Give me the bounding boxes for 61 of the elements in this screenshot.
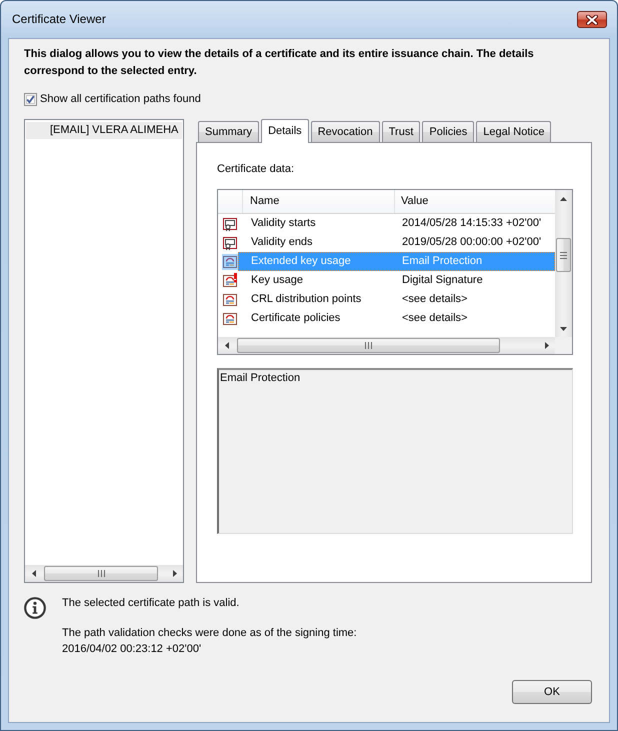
up-triangle-icon <box>560 196 567 200</box>
left-triangle-icon <box>32 570 36 577</box>
checkbox[interactable] <box>24 93 37 106</box>
left-triangle-icon <box>224 342 228 349</box>
certificate-icon <box>222 254 238 270</box>
column-header[interactable]: Name <box>243 190 395 213</box>
certificate-warning-icon <box>222 272 238 288</box>
scrollbar-thumb[interactable] <box>556 238 571 272</box>
tab[interactable]: Summary <box>198 121 260 142</box>
status-message: The selected certificate path is valid. <box>62 596 240 611</box>
tab[interactable]: Trust <box>382 121 420 142</box>
down-triangle-icon <box>560 326 567 330</box>
table-cell-text: Key usage <box>250 273 304 288</box>
table-cell-text: Digital Signature <box>401 273 484 288</box>
table-cell-text: CRL distribution points <box>250 292 362 307</box>
table-row[interactable]: Validity ends 2019/05/28 00:00:00 +02'00' <box>238 233 555 252</box>
right-triangle-icon <box>544 342 548 349</box>
table-cell-text: Validity ends <box>250 235 314 250</box>
certificate-icon <box>222 292 238 308</box>
table-row[interactable]: CRL distribution points <see details> <box>238 290 555 309</box>
grip-icon <box>98 570 104 577</box>
tab[interactable]: Revocation <box>310 121 380 142</box>
column-header[interactable]: Value <box>395 190 555 213</box>
table-row[interactable]: Certificate policies <see details> <box>238 309 555 328</box>
description-text: This dialog allows you to view the details of a certificate and its entire issuance chain. The details correspond to the selected entry. <box>24 47 535 79</box>
ok-button[interactable]: OK <box>512 680 592 704</box>
section-label: Certificate data: <box>217 162 296 177</box>
vertical-scrollbar[interactable] <box>555 190 572 337</box>
table-cell-text: <see details> <box>401 311 468 326</box>
table-cell-text: <see details> <box>401 292 468 307</box>
close-button[interactable] <box>577 11 607 28</box>
checkbox-label: Show all certification paths found <box>40 92 201 107</box>
table-cell-text: Certificate policies <box>250 311 342 326</box>
tab[interactable]: Policies <box>422 121 474 142</box>
certificate-icon <box>222 234 238 250</box>
right-triangle-icon <box>172 570 176 577</box>
table-cell-text: Extended key usage <box>250 254 352 269</box>
tab[interactable]: Legal Notice <box>476 121 552 142</box>
close-icon <box>586 14 598 24</box>
horizontal-scrollbar[interactable] <box>218 337 555 354</box>
tab[interactable]: Details <box>261 119 309 143</box>
scrollbar-thumb[interactable] <box>44 566 158 581</box>
table-row[interactable]: Validity starts 2014/05/28 14:15:33 +02'00' <box>238 214 555 233</box>
table-cell-text: Validity starts <box>250 216 317 231</box>
table-row[interactable]: Key usage Digital Signature <box>238 271 555 290</box>
signing-time: 2016/04/02 00:23:12 +02'00' <box>62 642 202 657</box>
grip-icon <box>560 252 567 258</box>
grip-icon <box>365 342 372 349</box>
table-cell-text: 2014/05/28 14:15:33 +02'00' <box>401 216 542 231</box>
horizontal-scrollbar[interactable] <box>25 565 183 582</box>
scrollbar-thumb[interactable] <box>237 338 500 353</box>
window-title: Certificate Viewer <box>12 11 106 28</box>
info-icon <box>24 597 46 619</box>
table-cell-text: Email Protection <box>401 254 484 269</box>
scrollbar-corner <box>555 337 572 354</box>
tree-item[interactable]: [EMAIL] VLERA ALIMEHA <box>26 122 182 139</box>
detail-text-area[interactable]: Email Protection <box>217 368 573 534</box>
certificate-icon <box>222 310 238 326</box>
table-cell-text: 2019/05/28 00:00:00 +02'00' <box>401 235 542 250</box>
certificate-icon <box>222 216 238 232</box>
status-note: The path validation checks were done as of the signing time: <box>62 626 357 641</box>
